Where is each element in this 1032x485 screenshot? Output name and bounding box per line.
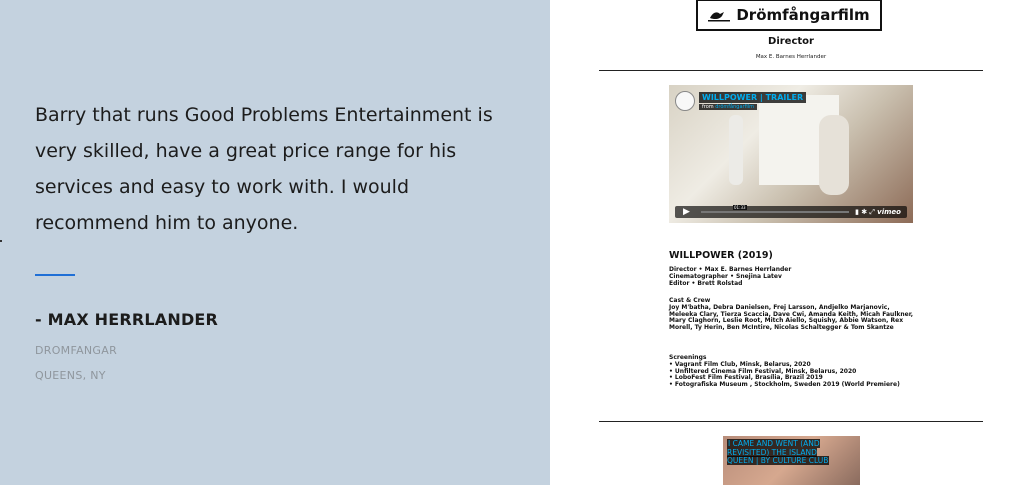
testimonial-quote: Barry that runs Good Problems Entertainm… <box>35 104 493 234</box>
testimonial-location: QUEENS, NY <box>35 369 106 382</box>
video-time: 01:33 <box>733 205 747 210</box>
accent-divider <box>35 274 75 276</box>
screening-item: • Fotografiska Museum , Stockholm, Swede… <box>669 381 900 389</box>
video-progress-bar[interactable]: 01:33 <box>701 205 849 213</box>
cast-section: Cast & Crew Joy M'batha, Debra Danielsen… <box>669 297 919 332</box>
channel-avatar[interactable] <box>675 91 695 111</box>
brand-logo-text: Drömfångarfilm <box>736 6 870 24</box>
testimonial-author: - MAX HERRLANDER <box>35 310 219 329</box>
credit-line: Editor • Brett Rolstad <box>669 279 743 287</box>
video-controls: ▶ 01:33 ▮ ✱ ⤢ vimeo <box>675 205 907 218</box>
bird-logo-icon <box>708 12 731 22</box>
film-credits: Director • Max E. Barnes Herrlander Cine… <box>669 266 919 287</box>
cast-list: Joy M'batha, Debra Danielsen, Frej Larss… <box>669 303 914 332</box>
testimonial-panel: Barry that runs Good Problems Entertainm… <box>0 0 550 485</box>
testimonial-company: DROMFANGAR <box>35 344 118 357</box>
edge-mark <box>0 240 2 242</box>
play-icon[interactable]: ▶ <box>683 207 690 217</box>
divider <box>599 70 983 71</box>
role-person: Max E. Barnes Herrlander <box>755 54 827 60</box>
brand-logo[interactable]: Drömfångarfilm <box>696 0 882 31</box>
screenings-section: Screenings • Vagrant Film Club, Minsk, B… <box>669 354 919 389</box>
portfolio-preview: Drömfångarfilm Director Max E. Barnes He… <box>550 0 1032 485</box>
settings-icon[interactable]: ✱ <box>861 208 867 216</box>
video-scene-figure <box>819 115 849 195</box>
volume-icon[interactable]: ▮ <box>855 208 859 216</box>
divider <box>599 421 983 422</box>
video-scene-figure <box>729 115 743 185</box>
video-control-icons: ▮ ✱ ⤢ vimeo <box>855 207 901 217</box>
video-title[interactable]: WILLPOWER | TRAILER <box>699 92 807 103</box>
vimeo-logo[interactable]: vimeo <box>877 208 901 216</box>
next-video-thumbnail[interactable]: I CAME AND WENT (AND REVISITED) THE ISLA… <box>723 436 860 485</box>
video-from-user[interactable]: drömfångarfilm <box>715 104 754 110</box>
role-heading: Director <box>768 36 814 47</box>
video-player[interactable]: WILLPOWER | TRAILER from drömfångarfilm … <box>669 85 913 223</box>
fullscreen-icon[interactable]: ⤢ <box>869 208 875 216</box>
film-title: WILLPOWER (2019) <box>669 250 773 261</box>
video-from: from drömfångarfilm <box>699 104 757 110</box>
video-from-label: from <box>702 104 714 110</box>
next-video-title[interactable]: I CAME AND WENT (AND REVISITED) THE ISLA… <box>727 439 837 466</box>
